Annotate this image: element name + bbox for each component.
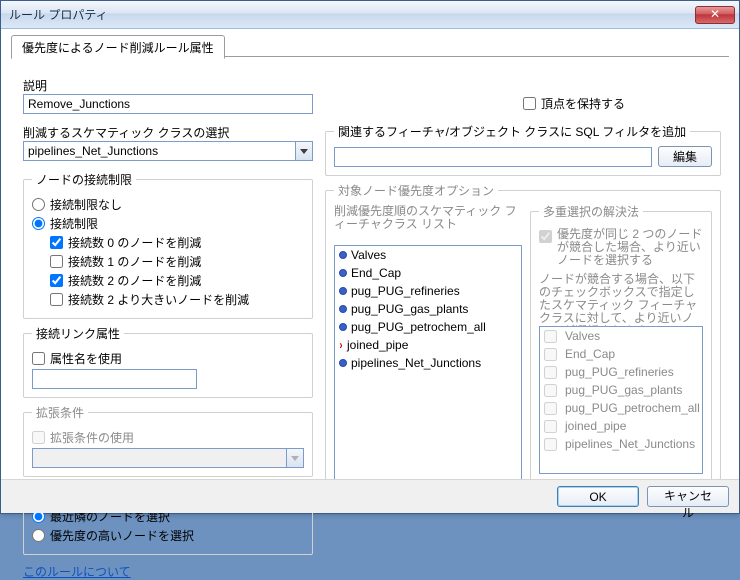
priority-list[interactable]: Valves End_Cap pug_PUG_refineries pug_PUG_g… [334, 245, 522, 485]
node-icon [339, 251, 347, 259]
link-attr-group: 接続リンク属性 属性名を使用 [23, 325, 313, 398]
list-item[interactable]: pug_PUG_petrochem_all [540, 399, 702, 417]
priority-options-group: 対象ノード優先度オプション 削減優先度順のスケマティック フィーチャクラス リス… [325, 182, 721, 480]
edit-sql-button[interactable]: 編集 [658, 146, 712, 167]
check-use-attr[interactable]: 属性名を使用 [32, 350, 304, 367]
list-item-checkbox [544, 438, 557, 451]
list-item-label: End_Cap [565, 346, 615, 362]
list-item-checkbox [544, 420, 557, 433]
link-attr-legend: 接続リンク属性 [32, 325, 124, 342]
list-item[interactable]: End_Cap [335, 264, 521, 282]
radio-priority[interactable]: 優先度の高いノードを選択 [32, 527, 304, 544]
extension-combo [32, 448, 304, 468]
schematic-class-combo[interactable]: pipelines_Net_Junctions [23, 141, 313, 161]
list-item-checkbox [544, 402, 557, 415]
list-item-checkbox [544, 348, 557, 361]
list-item-label: pug_PUG_petrochem_all [351, 319, 486, 335]
list-item[interactable]: pipelines_Net_Junctions [335, 354, 521, 372]
list-item-label: joined_pipe [565, 418, 626, 434]
priority-list-caption: 削減優先度順のスケマティック フィーチャクラス リスト [334, 205, 520, 231]
list-item-label: Valves [351, 247, 386, 263]
schematic-class-value: pipelines_Net_Junctions [24, 144, 295, 158]
list-item-label: Valves [565, 328, 600, 344]
chevron-down-icon [286, 449, 303, 467]
close-button[interactable]: ✕ [695, 6, 735, 24]
node-icon [339, 287, 347, 295]
list-item-checkbox [544, 366, 557, 379]
list-item-label: pug_PUG_refineries [351, 283, 460, 299]
check-tiebreak-nearest: 優先度が同じ 2 つのノードが競合した場合、より近いノードを選択する [539, 228, 703, 267]
check-conn-2[interactable]: 接続数 2 のノードを削減 [50, 272, 304, 289]
list-item[interactable]: joined_pipe [540, 417, 702, 435]
sql-filter-group: 関連するフィーチャ/オブジェクト クラスに SQL フィルタを追加 編集 [325, 123, 721, 176]
attr-name-input[interactable] [32, 369, 197, 389]
list-item[interactable]: › joined_pipe [335, 336, 521, 354]
list-item-label: End_Cap [351, 265, 401, 281]
sql-filter-input[interactable] [334, 147, 652, 167]
list-item[interactable]: Valves [335, 246, 521, 264]
list-item[interactable]: pug_PUG_refineries [335, 282, 521, 300]
connection-limit-legend: ノードの接続制限 [32, 171, 136, 188]
dialog-footer: OK キャンセル [1, 479, 739, 513]
connection-limit-group: ノードの接続制限 接続制限なし 接続制限 接続数 0 のノードを削減 接続数 1… [23, 171, 313, 319]
list-item-checkbox [544, 384, 557, 397]
list-item[interactable]: End_Cap [540, 345, 702, 363]
extension-legend: 拡張条件 [32, 404, 88, 421]
list-item[interactable]: pug_PUG_refineries [540, 363, 702, 381]
list-item[interactable]: pug_PUG_petrochem_all [335, 318, 521, 336]
tiebreak-list[interactable]: Valves End_Cap pug_PUG_refineries pug_PUG_g… [539, 326, 703, 474]
list-item-label: pipelines_Net_Junctions [351, 355, 481, 371]
link-icon: › [339, 337, 342, 353]
tab-label: 優先度によるノード削減ルール属性 [22, 41, 214, 55]
cancel-button[interactable]: キャンセル [647, 486, 729, 507]
list-item[interactable]: pug_PUG_gas_plants [540, 381, 702, 399]
list-item-label: pipelines_Net_Junctions [565, 436, 695, 452]
list-item[interactable]: Valves [540, 327, 702, 345]
dialog-window: ルール プロパティ ✕ 優先度によるノード削減ルール属性 説明 削減するスケマテ… [0, 0, 740, 514]
window-title: ルール プロパティ [9, 6, 695, 23]
tiebreak-group: 多重選択の解決法 優先度が同じ 2 つのノードが競合した場合、より近いノードを選… [530, 203, 712, 483]
chevron-down-icon [295, 142, 312, 160]
check-conn-0[interactable]: 接続数 0 のノードを削減 [50, 234, 304, 251]
list-item-label: pug_PUG_refineries [565, 364, 674, 380]
extension-group: 拡張条件 拡張条件の使用 [23, 404, 313, 477]
node-icon [339, 323, 347, 331]
list-item-label: pug_PUG_gas_plants [351, 301, 468, 317]
list-item-label: pug_PUG_petrochem_all [565, 400, 700, 416]
check-use-ext: 拡張条件の使用 [32, 429, 304, 446]
node-icon [339, 305, 347, 313]
about-rule-link[interactable]: このルールについて [23, 565, 131, 579]
list-item-label: pug_PUG_gas_plants [565, 382, 682, 398]
description-label: 説明 [23, 77, 313, 94]
list-item[interactable]: pug_PUG_gas_plants [335, 300, 521, 318]
check-conn-1[interactable]: 接続数 1 のノードを削減 [50, 253, 304, 270]
tiebreak-legend: 多重選択の解決法 [539, 203, 643, 220]
priority-options-legend: 対象ノード優先度オプション [334, 182, 498, 199]
tab-rule-attributes[interactable]: 優先度によるノード削減ルール属性 [11, 35, 225, 59]
schematic-class-label: 削減するスケマティック クラスの選択 [23, 124, 313, 141]
list-item-label: joined_pipe [347, 337, 408, 353]
list-item[interactable]: pipelines_Net_Junctions [540, 435, 702, 453]
titlebar: ルール プロパティ ✕ [1, 1, 739, 29]
sql-filter-legend: 関連するフィーチャ/オブジェクト クラスに SQL フィルタを追加 [334, 123, 690, 140]
list-item-checkbox [544, 330, 557, 343]
radio-conn-none[interactable]: 接続制限なし [32, 196, 304, 213]
ok-button[interactable]: OK [557, 486, 639, 507]
description-input[interactable] [23, 94, 313, 114]
node-icon [339, 269, 347, 277]
radio-conn-limit[interactable]: 接続制限 [32, 215, 304, 232]
node-icon [339, 359, 347, 367]
check-conn-gt2[interactable]: 接続数 2 より大きいノードを削減 [50, 291, 304, 308]
